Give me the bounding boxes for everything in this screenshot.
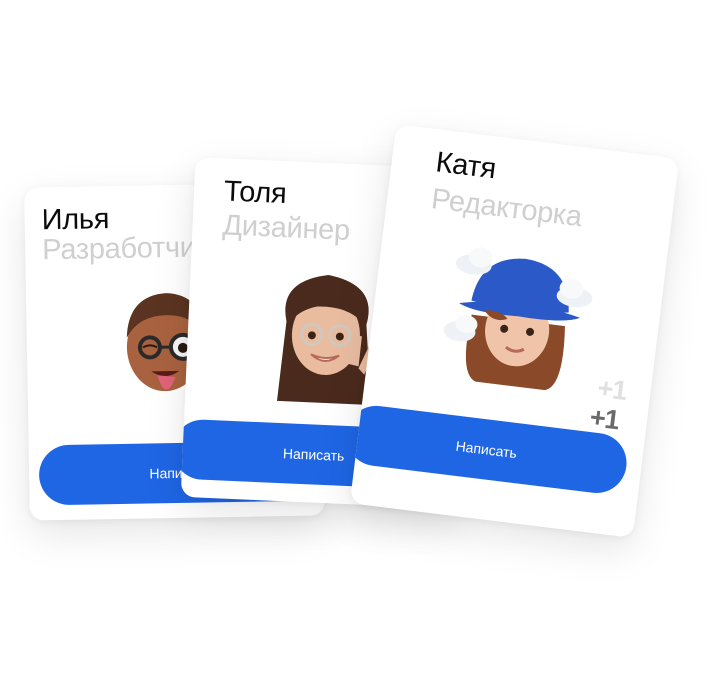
card-name: Толя: [223, 175, 288, 211]
write-button[interactable]: Написать: [349, 402, 630, 497]
reaction-count: +1: [595, 372, 629, 406]
card-name: Илья: [41, 203, 110, 237]
card-role: Редакторка: [429, 183, 584, 234]
card-role: Дизайнер: [221, 209, 351, 247]
card-role: Разработчик: [41, 231, 209, 267]
reaction-count: +1: [588, 401, 621, 436]
card-name: Катя: [434, 146, 498, 186]
card-katya: Катя Редакторка +1 +1 +1 Написать: [349, 124, 680, 538]
memoji-katya-avatar: [443, 247, 593, 391]
